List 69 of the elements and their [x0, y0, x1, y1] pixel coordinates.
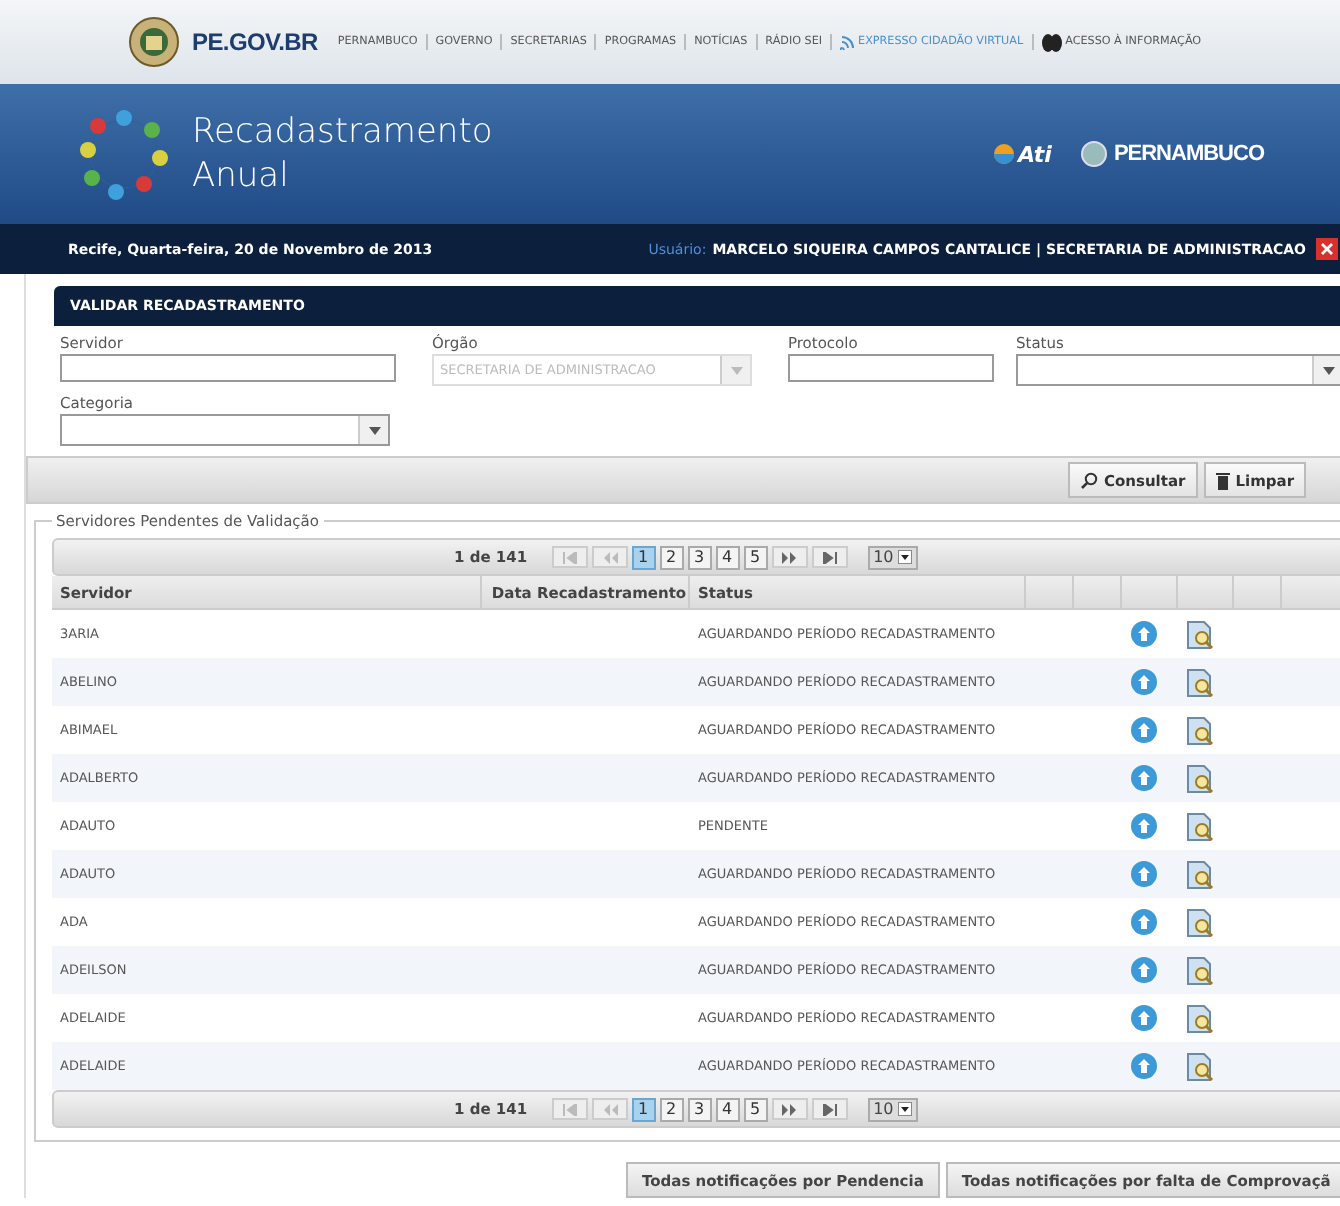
page-button[interactable]: 4 [715, 545, 740, 569]
next-icon [781, 1103, 798, 1115]
first-page-icon [561, 1103, 578, 1115]
first-page-button[interactable] [551, 546, 588, 568]
first-page-icon [561, 551, 578, 563]
document-search-icon[interactable] [1186, 715, 1214, 745]
close-icon [1320, 242, 1334, 256]
next-page-button[interactable] [771, 1098, 808, 1120]
upload-icon[interactable] [1130, 956, 1158, 984]
input-field[interactable] [788, 354, 994, 382]
page-button[interactable]: 3 [687, 1097, 712, 1121]
trash-icon [1215, 471, 1230, 489]
upload-icon[interactable] [1130, 716, 1158, 744]
feed-icon [840, 35, 855, 49]
search-icon [1080, 471, 1098, 489]
previous-page-button[interactable] [591, 1098, 628, 1120]
dropdown-icon [367, 425, 381, 435]
upload-icon[interactable] [1130, 812, 1158, 840]
select-field[interactable] [1016, 354, 1340, 386]
next-page-button[interactable] [771, 546, 808, 568]
upload-icon[interactable] [1130, 908, 1158, 936]
page-button[interactable]: 1 [631, 1097, 656, 1121]
seal-icon [1079, 140, 1108, 168]
document-search-icon[interactable] [1186, 1051, 1214, 1081]
upload-icon[interactable] [1130, 620, 1158, 648]
app-title: Recadastramento Anual [192, 110, 495, 198]
document-search-icon[interactable] [1186, 1003, 1214, 1033]
select-field[interactable] [60, 414, 390, 446]
upload-icon[interactable] [1130, 668, 1158, 696]
last-page-button[interactable] [811, 546, 848, 568]
page-size-select[interactable]: 10 [867, 545, 918, 569]
upload-icon[interactable] [1130, 1004, 1158, 1032]
page-button[interactable]: 2 [659, 1097, 684, 1121]
page-button[interactable]: 1 [631, 545, 656, 569]
upload-icon[interactable] [1130, 764, 1158, 792]
document-search-icon[interactable] [1186, 811, 1214, 841]
document-search-icon[interactable] [1186, 619, 1214, 649]
previous-icon [601, 551, 618, 563]
close-button[interactable] [1316, 238, 1338, 260]
dropdown-icon [1321, 365, 1335, 375]
page-size-select[interactable]: 10 [867, 1097, 918, 1121]
partner-logo: Ati [991, 141, 1052, 167]
state-logo: PERNAMBUCO [1079, 140, 1264, 168]
page-button[interactable]: 4 [715, 1097, 740, 1121]
input-field[interactable] [60, 354, 396, 382]
page-button[interactable]: 5 [743, 1097, 768, 1121]
previous-icon [601, 1103, 618, 1115]
last-page-button[interactable] [811, 1098, 848, 1120]
dropdown-icon [897, 1102, 912, 1116]
upload-icon[interactable] [1130, 1052, 1158, 1080]
page-button[interactable]: 5 [743, 545, 768, 569]
last-page-icon [821, 1103, 838, 1115]
dropdown-icon [897, 550, 912, 564]
document-search-icon[interactable] [1186, 667, 1214, 697]
dropdown-icon [729, 365, 743, 375]
seal-icon [128, 16, 180, 68]
document-search-icon[interactable] [1186, 955, 1214, 985]
next-icon [781, 551, 798, 563]
document-search-icon[interactable] [1186, 859, 1214, 889]
upload-icon[interactable] [1130, 860, 1158, 888]
previous-page-button[interactable] [591, 546, 628, 568]
first-page-button[interactable] [551, 1098, 588, 1120]
last-page-icon [821, 551, 838, 563]
page-button[interactable]: 3 [687, 545, 712, 569]
page-button[interactable]: 2 [659, 545, 684, 569]
document-search-icon[interactable] [1186, 907, 1214, 937]
partner-logo-icon [991, 142, 1016, 166]
document-search-icon[interactable] [1186, 763, 1214, 793]
site-logo[interactable]: PE.GOV.BR [192, 28, 318, 56]
